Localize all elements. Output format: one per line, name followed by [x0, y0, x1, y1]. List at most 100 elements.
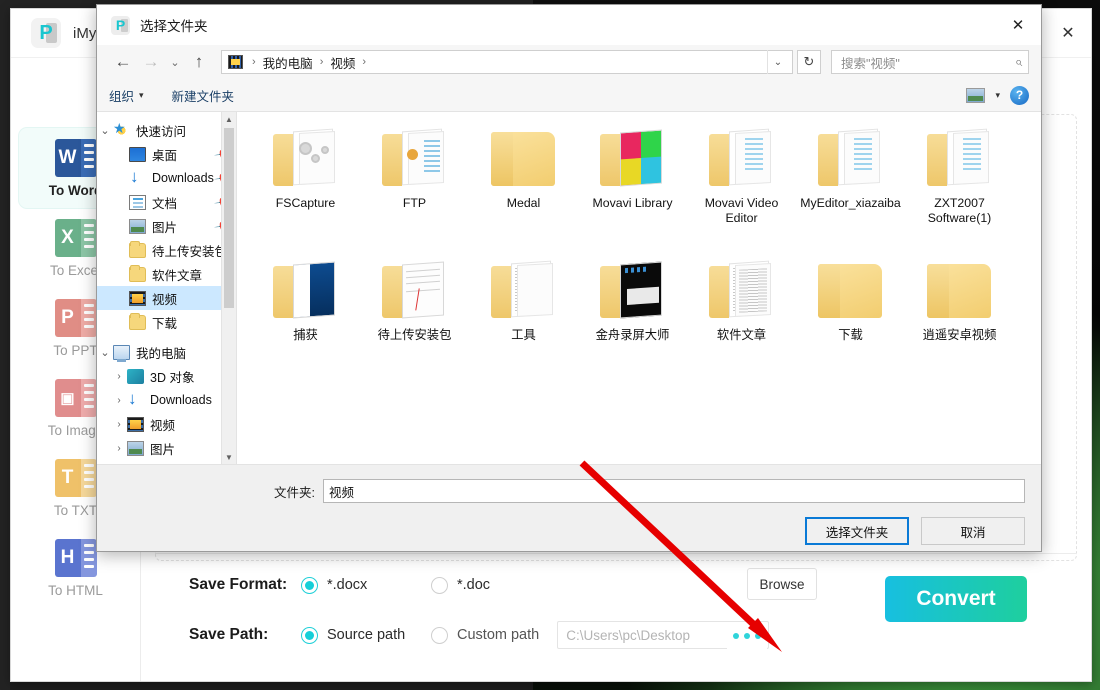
file-item[interactable]: FTP: [360, 124, 469, 256]
computer-icon: [113, 344, 130, 362]
search-input[interactable]: 搜索"视频" ⌕: [831, 50, 1029, 74]
scroll-down-icon[interactable]: ▼: [222, 450, 236, 464]
chevron-down-icon[interactable]: ⌄: [97, 346, 113, 359]
download-icon: [127, 389, 144, 409]
tree-item-downloads[interactable]: Downloads 📌: [97, 166, 236, 190]
breadcrumb-sep-0: ›: [252, 56, 256, 68]
chevron-right-icon[interactable]: ›: [111, 419, 127, 430]
file-grid: FSCapture FTP Medal Movavi Library Movav…: [237, 112, 1041, 464]
tree-item-my-computer[interactable]: ⌄ 我的电脑: [97, 340, 236, 364]
chevron-right-icon[interactable]: ›: [111, 443, 127, 454]
tree-label: 我的电脑: [136, 346, 187, 361]
chevron-right-icon[interactable]: ›: [111, 371, 127, 382]
file-name: MyEditor_xiazaiba: [800, 196, 901, 210]
convert-button[interactable]: Convert: [885, 576, 1027, 622]
new-folder-button[interactable]: 新建文件夹: [172, 86, 235, 105]
file-item[interactable]: FSCapture: [251, 124, 360, 256]
tree-item-documents[interactable]: 文档 📌: [97, 190, 236, 214]
file-item[interactable]: ZXT2007 Software(1): [905, 124, 1014, 256]
file-item[interactable]: 金舟录屏大师: [578, 256, 687, 388]
scroll-up-icon[interactable]: ▲: [222, 112, 236, 126]
up-button[interactable]: ↑: [185, 49, 213, 75]
path-browse-dots-button[interactable]: [727, 623, 768, 649]
radio-source-path[interactable]: Source path: [301, 626, 421, 644]
file-name: Movavi Video Editor: [704, 196, 779, 225]
file-item[interactable]: 下载: [796, 256, 905, 388]
tree-scroll-thumb[interactable]: [224, 128, 234, 308]
tree-item-pc-downloads[interactable]: › Downloads: [97, 388, 236, 412]
sidebar-label-to-word: To Word: [48, 182, 103, 198]
tree-item-downloads-cn[interactable]: 下载: [97, 310, 236, 334]
tree-label: 视频: [150, 418, 176, 433]
file-item[interactable]: 软件文章: [687, 256, 796, 388]
select-folder-button[interactable]: 选择文件夹: [805, 517, 909, 545]
tree-item-desktop[interactable]: 桌面 📌: [97, 142, 236, 166]
view-mode-icon[interactable]: [966, 87, 986, 103]
folder-icon-captures: [267, 260, 345, 322]
video-folder-icon: [228, 55, 243, 69]
file-item[interactable]: 捕获: [251, 256, 360, 388]
document-icon: [129, 194, 146, 210]
organize-label: 组织: [109, 89, 135, 104]
image-icon: ▣: [54, 378, 97, 417]
tree-label: 待上传安装包: [152, 244, 228, 259]
html-icon: H: [54, 538, 97, 577]
tree-scrollbar[interactable]: ▲ ▼: [221, 112, 236, 464]
file-item[interactable]: 逍遥安卓视频: [905, 256, 1014, 388]
folder-name-input[interactable]: 视频: [323, 479, 1025, 503]
tree-item-pictures[interactable]: 图片 📌: [97, 214, 236, 238]
tree-item-pc-videos[interactable]: › 视频: [97, 412, 236, 436]
radio-custom-path[interactable]: Custom path: [431, 626, 539, 644]
tree-label: 文档: [152, 196, 178, 211]
refresh-button[interactable]: ↻: [797, 50, 821, 74]
file-item[interactable]: Movavi Library: [578, 124, 687, 256]
tree-item-quick-access[interactable]: ⌄ 快速访问: [97, 118, 236, 142]
file-item[interactable]: Movavi Video Editor: [687, 124, 796, 256]
file-item[interactable]: 工具: [469, 256, 578, 388]
search-icon: ⌕: [1014, 54, 1022, 69]
app-close-button[interactable]: ✕: [1045, 9, 1091, 57]
breadcrumb-item-0[interactable]: 我的电脑: [261, 53, 315, 72]
file-item[interactable]: Medal: [469, 124, 578, 256]
app-logo-letter: P: [39, 22, 53, 44]
chevron-down-icon[interactable]: ⌄: [767, 50, 788, 74]
tree-item-software-articles[interactable]: 软件文章: [97, 262, 236, 286]
file-name: FSCapture: [275, 196, 336, 210]
tree-item-upload-packages[interactable]: 待上传安装包: [97, 238, 236, 262]
chevron-down-icon[interactable]: ▾: [995, 90, 1000, 101]
chevron-down-icon[interactable]: ⌄: [97, 124, 113, 137]
cancel-button[interactable]: 取消: [921, 517, 1025, 545]
forward-button[interactable]: →: [137, 49, 165, 75]
file-item[interactable]: MyEditor_xiazaiba: [796, 124, 905, 256]
radio-docx[interactable]: *.docx: [301, 576, 421, 594]
breadcrumb-item-1[interactable]: 视频: [328, 53, 357, 72]
tree-item-3d-objects[interactable]: › 3D 对象: [97, 364, 236, 388]
radio-source-path-label: Source path: [327, 627, 406, 643]
tree-item-pc-pictures[interactable]: › 图片: [97, 436, 236, 460]
radio-doc-dot: [431, 576, 448, 594]
select-folder-dialog: P 选择文件夹 ✕ ← → ⌄ ↑ › 我的电脑 › 视频 › ⌄ ↻ 搜索"视…: [96, 4, 1042, 552]
breadcrumb[interactable]: › 我的电脑 › 视频 › ⌄: [221, 50, 793, 74]
radio-docx-label: *.docx: [327, 577, 368, 593]
organize-button[interactable]: 组织 ▾: [109, 86, 144, 105]
custom-path-input[interactable]: C:\Users\pc\Desktop: [557, 621, 770, 649]
txt-icon-letter: T: [54, 458, 81, 497]
breadcrumb-sep-1: ›: [319, 56, 324, 68]
word-icon: W: [54, 138, 97, 177]
browse-button[interactable]: Browse: [747, 568, 817, 600]
word-icon-letter: W: [54, 138, 81, 177]
help-icon[interactable]: ?: [1010, 85, 1029, 105]
file-name: 待上传安装包: [377, 328, 452, 342]
file-name: 捕获: [293, 328, 318, 342]
folder-icon-medal: [485, 128, 563, 190]
chevron-right-icon[interactable]: ›: [111, 395, 127, 406]
recent-locations-button[interactable]: ⌄: [165, 49, 185, 75]
file-item[interactable]: 待上传安装包: [360, 256, 469, 388]
folder-icon-movavi-library: [594, 128, 672, 190]
radio-doc[interactable]: *.doc: [431, 576, 490, 594]
picture-icon: [127, 440, 144, 456]
folder-icon-upload-packages: [376, 260, 454, 322]
dialog-close-button[interactable]: ✕: [995, 5, 1041, 45]
back-button[interactable]: ←: [109, 49, 137, 75]
tree-item-videos-selected[interactable]: 视频: [97, 286, 236, 310]
